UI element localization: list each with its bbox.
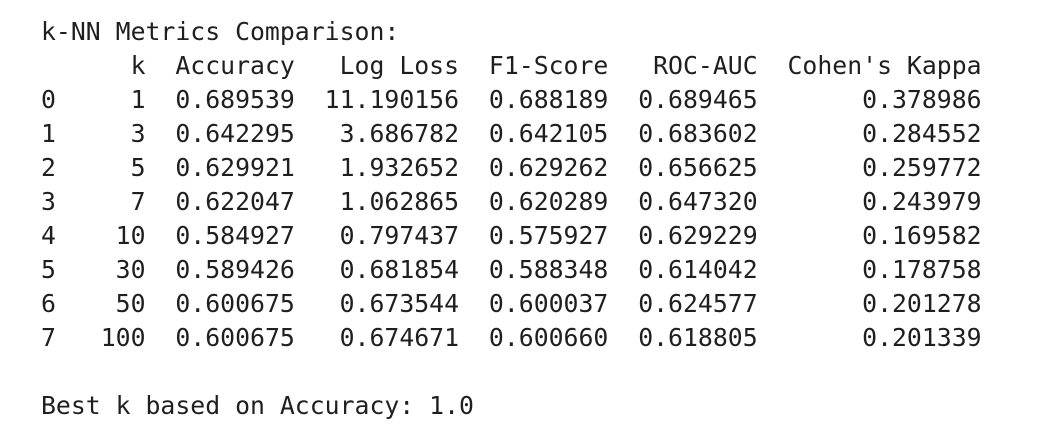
row-f1-score: 0.629262 (459, 153, 609, 182)
row-log-loss: 0.797437 (294, 221, 460, 250)
row-k: 30 (55, 255, 146, 284)
row-f1-score: 0.642105 (459, 119, 609, 148)
table-row: 4 10 0.584927 0.797437 0.575927 0.629229… (41, 219, 982, 253)
row-cohens-kappa: 0.378986 (757, 85, 982, 114)
header-roc-auc: ROC-AUC (608, 51, 758, 80)
row-roc-auc: 0.647320 (608, 187, 758, 216)
row-k: 10 (55, 221, 146, 250)
row-roc-auc: 0.618805 (608, 323, 758, 352)
table-body: 0 1 0.689539 11.190156 0.688189 0.689465… (41, 83, 982, 355)
table-header-row: k Accuracy Log Loss F1-Score ROC-AUC Coh… (41, 49, 982, 83)
row-index: 2 (41, 153, 56, 182)
row-cohens-kappa: 0.284552 (757, 119, 982, 148)
header-k: k (85, 51, 146, 80)
row-f1-score: 0.688189 (459, 85, 609, 114)
table-row: 0 1 0.689539 11.190156 0.688189 0.689465… (41, 83, 982, 117)
output-title: k-NN Metrics Comparison: (41, 17, 400, 46)
row-f1-score: 0.588348 (459, 255, 609, 284)
header-log-loss: Log Loss (294, 51, 460, 80)
row-accuracy: 0.629921 (145, 153, 295, 182)
row-log-loss: 0.673544 (294, 289, 460, 318)
table-row: 5 30 0.589426 0.681854 0.588348 0.614042… (41, 253, 982, 287)
table-row: 2 5 0.629921 1.932652 0.629262 0.656625 … (41, 151, 982, 185)
row-accuracy: 0.622047 (145, 187, 295, 216)
row-log-loss: 0.674671 (294, 323, 460, 352)
row-cohens-kappa: 0.201339 (757, 323, 982, 352)
table-row: 3 7 0.622047 1.062865 0.620289 0.647320 … (41, 185, 982, 219)
table-row: 1 3 0.642295 3.686782 0.642105 0.683602 … (41, 117, 982, 151)
row-index: 3 (41, 187, 56, 216)
row-f1-score: 0.575927 (459, 221, 609, 250)
row-k: 100 (55, 323, 146, 352)
row-k: 7 (55, 187, 146, 216)
table-row: 6 50 0.600675 0.673544 0.600037 0.624577… (41, 287, 982, 321)
row-log-loss: 1.062865 (294, 187, 460, 216)
header-cohens-kappa: Cohen's Kappa (757, 51, 982, 80)
row-accuracy: 0.642295 (145, 119, 295, 148)
row-cohens-kappa: 0.169582 (757, 221, 982, 250)
row-index: 6 (41, 289, 56, 318)
row-f1-score: 0.600660 (459, 323, 609, 352)
row-k: 1 (55, 85, 146, 114)
row-cohens-kappa: 0.243979 (757, 187, 982, 216)
row-k: 50 (55, 289, 146, 318)
row-roc-auc: 0.624577 (608, 289, 758, 318)
row-k: 3 (55, 119, 146, 148)
row-index: 7 (41, 323, 56, 352)
row-index: 0 (41, 85, 56, 114)
header-accuracy: Accuracy (145, 51, 295, 80)
row-log-loss: 3.686782 (294, 119, 460, 148)
row-roc-auc: 0.689465 (608, 85, 758, 114)
row-accuracy: 0.589426 (145, 255, 295, 284)
table-row: 7 100 0.600675 0.674671 0.600660 0.61880… (41, 321, 982, 355)
header-f1-score: F1-Score (459, 51, 609, 80)
row-cohens-kappa: 0.178758 (757, 255, 982, 284)
row-cohens-kappa: 0.259772 (757, 153, 982, 182)
row-k: 5 (55, 153, 146, 182)
header-index-spacer (41, 51, 86, 80)
row-accuracy: 0.689539 (145, 85, 295, 114)
row-accuracy: 0.600675 (145, 323, 295, 352)
console-output: k-NN Metrics Comparison: k Accuracy Log … (41, 15, 982, 423)
row-log-loss: 11.190156 (294, 85, 460, 114)
row-roc-auc: 0.656625 (608, 153, 758, 182)
row-roc-auc: 0.614042 (608, 255, 758, 284)
row-index: 4 (41, 221, 56, 250)
row-cohens-kappa: 0.201278 (757, 289, 982, 318)
row-f1-score: 0.600037 (459, 289, 609, 318)
best-k-line: Best k based on Accuracy: 1.0 (41, 391, 474, 420)
row-log-loss: 1.932652 (294, 153, 460, 182)
row-index: 5 (41, 255, 56, 284)
row-f1-score: 0.620289 (459, 187, 609, 216)
row-roc-auc: 0.629229 (608, 221, 758, 250)
row-accuracy: 0.584927 (145, 221, 295, 250)
row-index: 1 (41, 119, 56, 148)
row-log-loss: 0.681854 (294, 255, 460, 284)
row-roc-auc: 0.683602 (608, 119, 758, 148)
row-accuracy: 0.600675 (145, 289, 295, 318)
